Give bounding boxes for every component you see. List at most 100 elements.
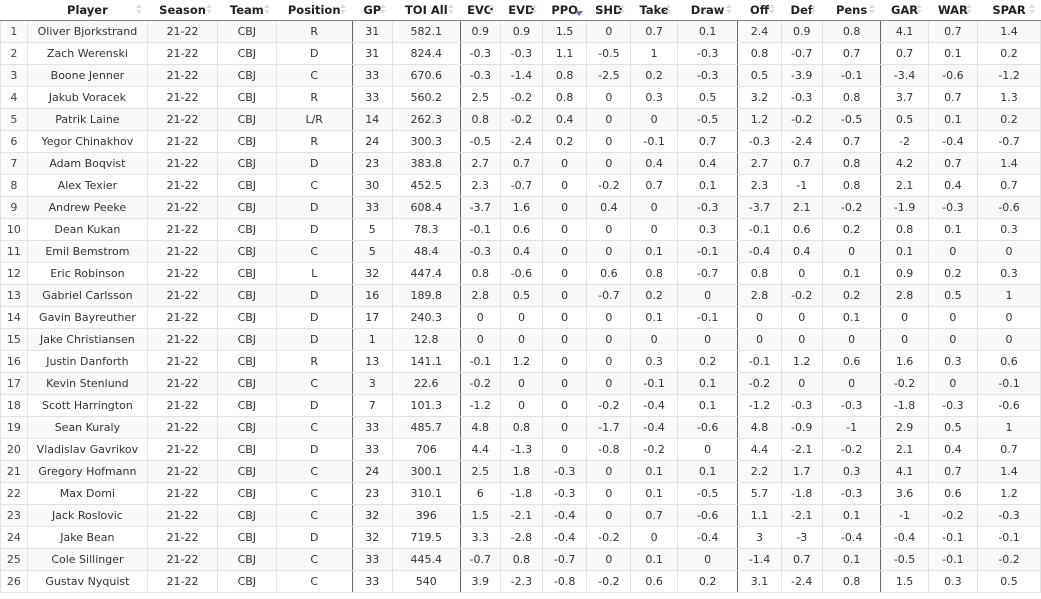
cell-ppo: 0 [542, 394, 588, 417]
sort-icon[interactable] [1028, 4, 1036, 16]
table-row[interactable]: 16 Justin Danforth 21-22 CBJ R 13 141.1 -0.1 1.2… [0, 350, 1041, 373]
column-header-off[interactable]: Off [737, 0, 782, 21]
table-row[interactable]: 25 Cole Sillinger 21-22 CBJ C 33 445.4 -0.7 0.8-… [0, 548, 1041, 571]
sort-icon[interactable] [665, 4, 672, 16]
table-row[interactable]: 9 Andrew Peeke 21-22 CBJ D 33 608.4 -3.7 1.6 0 0.4… [0, 196, 1041, 219]
table-row[interactable]: 19 Sean Kuraly 21-22 CBJ C 33 485.7 4.8 0.8 0 -1.7… [0, 416, 1041, 439]
cell-team: CBJ [217, 218, 277, 241]
sort-icon[interactable] [488, 4, 495, 16]
cell-spar: -0.6 [977, 196, 1041, 219]
cell-index: 22 [0, 482, 28, 505]
table-row[interactable]: 23 Jack Roslovic 21-22 CBJ C 32 396 1.5 -2.1 -0.4… [0, 504, 1041, 527]
sort-icon[interactable] [205, 4, 213, 16]
cell-spar: 1.4 [977, 152, 1041, 175]
sort-icon[interactable] [380, 4, 387, 16]
column-header-ppo[interactable]: PPO [542, 0, 587, 21]
sort-icon[interactable] [965, 4, 973, 16]
cell-season: 21-22 [147, 504, 219, 527]
cell-position: C [275, 548, 353, 571]
column-header-position[interactable]: Position [276, 0, 353, 21]
cell-season: 21-22 [147, 42, 219, 65]
cell-off: 0.5 [737, 64, 782, 87]
table-row[interactable]: 8 Alex Texier 21-22 CBJ C 30 452.5 2.3 -0.7 0 -0.2… [0, 174, 1041, 197]
table-row[interactable]: 18 Scott Harrington 21-22 CBJ D 7 101.3 -1.2 0 0-… [0, 394, 1041, 417]
sort-icon[interactable] [530, 4, 538, 16]
table-row[interactable]: 2 Zach Werenski 21-22 CBJ D 31 824.4 -0.3 -0.3 1.… [0, 42, 1041, 65]
cell-off: 2.7 [737, 152, 782, 175]
cell-player: Boone Jenner [26, 64, 149, 87]
table-row[interactable]: 12 Eric Robinson 21-22 CBJ L 32 447.4 0.8 -0.6 0 0… [0, 262, 1041, 285]
column-header-gp[interactable]: GP [352, 0, 393, 21]
cell-position: R [275, 350, 353, 373]
table-row[interactable]: 14 Gavin Bayreuther 21-22 CBJ D 17 240.3 0 0 0 0 0.… [0, 306, 1041, 329]
sort-icon[interactable] [448, 4, 455, 16]
table-row[interactable]: 13 Gabriel Carlsson 21-22 CBJ D 16 189.8 2.8 0.5… [0, 284, 1041, 307]
column-header-evd[interactable]: EVD [500, 0, 543, 21]
cell-position: C [275, 416, 353, 439]
sort-icon[interactable] [810, 4, 817, 16]
sort-icon[interactable] [916, 4, 923, 16]
cell-position: D [275, 328, 353, 351]
cell-evo: -0.1 [459, 350, 501, 373]
table-row[interactable]: 17 Kevin Stenlund 21-22 CBJ C 3 22.6 -0.2 0 0 0 -0.… [0, 372, 1041, 395]
sort-icon[interactable] [340, 4, 347, 16]
cell-shd: -0.2 [586, 394, 632, 417]
cell-evd: 0.8 [499, 548, 544, 571]
cell-draw: -0.4 [676, 526, 739, 549]
table-row[interactable]: 1 Oliver Bjorkstrand 21-22 CBJ R 31 582.1 0.9 0.… [0, 20, 1041, 43]
cell-shd: 0 [586, 328, 632, 351]
table-row[interactable]: 10 Dean Kukan 21-22 CBJ D 5 78.3 -0.1 0.6 0 0 0 0.3-… [0, 218, 1041, 241]
column-header-draw[interactable]: Draw [677, 0, 738, 21]
cell-ppo: 0 [542, 328, 588, 351]
cell-evd: 0.7 [499, 152, 544, 175]
sort-descending-icon[interactable] [574, 4, 583, 16]
sort-icon[interactable] [264, 4, 271, 16]
table-row[interactable]: 21 Gregory Hofmann 21-22 CBJ C 24 300.1 2.5 1.8-… [0, 460, 1041, 483]
table-row[interactable]: 20 Vladislav Gavrikov 21-22 CBJ D 33 706 4.4 -1.… [0, 438, 1041, 461]
cell-ppo: 0 [542, 174, 588, 197]
cell-gar: 0.1 [880, 240, 929, 263]
table-row[interactable]: 5 Patrik Laine 21-22 CBJ L/R 14 262.3 0.8 -0.2 0.… [0, 108, 1041, 131]
table-row[interactable]: 4 Jakub Voracek 21-22 CBJ R 33 560.2 2.5 -0.2 0.8… [0, 86, 1041, 109]
cell-off: 0 [737, 328, 782, 351]
table-row[interactable]: 6 Yegor Chinakhov 21-22 CBJ R 24 300.3 -0.5 -2.4… [0, 130, 1041, 153]
sort-icon[interactable] [135, 4, 143, 16]
column-header-take[interactable]: Take [630, 0, 678, 21]
cell-evo: 0.8 [459, 108, 501, 131]
column-header-war[interactable]: WAR [928, 0, 978, 21]
column-header-shd[interactable]: SHD [586, 0, 631, 21]
column-header-pens[interactable]: Pens [822, 0, 881, 21]
cell-spar: 0.6 [977, 350, 1041, 373]
cell-pens: 0 [821, 240, 882, 263]
cell-season: 21-22 [147, 416, 219, 439]
table-row[interactable]: 3 Boone Jenner 21-22 CBJ C 33 670.6 -0.3 -1.4 0.8… [0, 64, 1041, 87]
column-header-player[interactable]: Player [27, 0, 148, 21]
table-row[interactable]: 15 Jake Christiansen 21-22 CBJ D 1 12.8 0 0 0 0 0 0 0… [0, 328, 1041, 351]
column-header-def[interactable]: Def [781, 0, 823, 21]
table-row[interactable]: 26 Gustav Nyquist 21-22 CBJ C 33 540 3.9 -2.3 -0.… [0, 570, 1041, 593]
column-header-team[interactable]: Team [217, 0, 277, 21]
cell-shd: -0.8 [586, 438, 632, 461]
cell-evd: 0 [499, 394, 544, 417]
cell-player: Max Domi [26, 482, 149, 505]
column-header-season[interactable]: Season [147, 0, 218, 21]
cell-gar: 4.1 [880, 460, 929, 483]
table-row[interactable]: 7 Adam Boqvist 21-22 CBJ D 23 383.8 2.7 0.7 0 0 0.4… [0, 152, 1041, 175]
table-row[interactable]: 11 Emil Bemstrom 21-22 CBJ C 5 48.4 -0.3 0.4 0 0 0.… [0, 240, 1041, 263]
cell-take: 0.1 [630, 306, 678, 329]
column-header-spar[interactable]: SPAR [977, 0, 1041, 21]
cell-war: 0.5 [927, 284, 979, 307]
cell-take: 0 [630, 218, 678, 241]
cell-ppo: 1.1 [542, 42, 588, 65]
table-row[interactable]: 24 Jake Bean 21-22 CBJ D 32 719.5 3.3 -2.8 -0.4 -0… [0, 526, 1041, 549]
sort-icon[interactable] [618, 4, 626, 16]
sort-icon[interactable] [868, 4, 876, 16]
column-header-toi-all[interactable]: TOI All [392, 0, 461, 21]
cell-spar: 0.7 [977, 174, 1041, 197]
column-header-gar[interactable]: GAR [880, 0, 929, 21]
column-header-evo[interactable]: EVO [460, 0, 501, 21]
cell-gp: 24 [351, 460, 393, 483]
table-row[interactable]: 22 Max Domi 21-22 CBJ C 23 310.1 6 -1.8 -0.3 0 0.1-… [0, 482, 1041, 505]
sort-icon[interactable] [769, 4, 776, 16]
sort-icon[interactable] [725, 4, 733, 16]
